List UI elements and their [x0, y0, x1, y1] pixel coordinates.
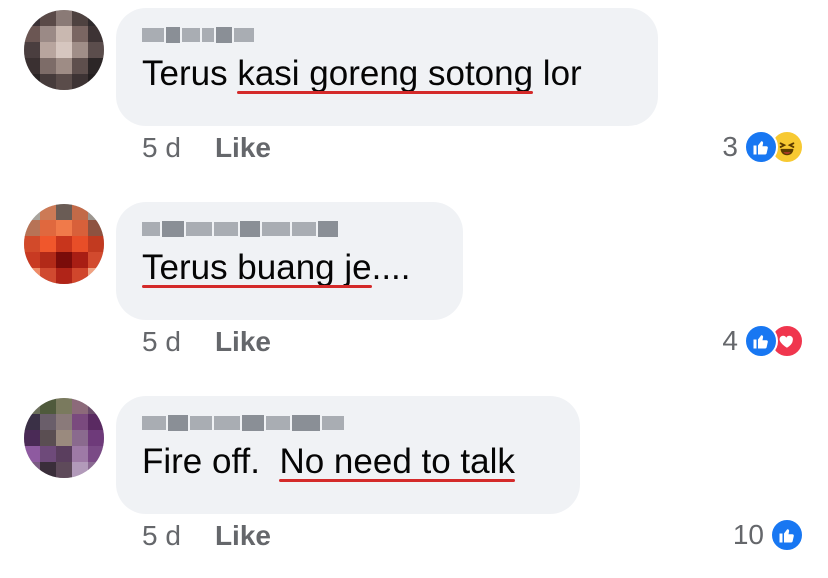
comment-text: Fire off. No need to talk: [142, 440, 554, 484]
like-icon: [770, 518, 804, 552]
commenter-name-blurred[interactable]: [142, 24, 632, 46]
underline-annotation: Terus buang je: [142, 246, 372, 290]
reaction-summary[interactable]: 3: [722, 130, 804, 164]
timestamp[interactable]: 5 d: [142, 132, 181, 164]
like-icon: [744, 324, 778, 358]
comment-text: Terus buang je....: [142, 246, 437, 290]
reaction-count: 3: [722, 131, 738, 162]
comment-meta: 5 d Like: [142, 132, 271, 164]
comment-bubble: Terus kasi goreng sotong lor: [116, 8, 658, 126]
timestamp[interactable]: 5 d: [142, 520, 181, 552]
reaction-summary[interactable]: 10: [733, 518, 804, 552]
like-button[interactable]: Like: [215, 132, 271, 164]
like-button[interactable]: Like: [215, 326, 271, 358]
underline-annotation: No need to talk: [279, 440, 516, 484]
timestamp[interactable]: 5 d: [142, 326, 181, 358]
commenter-name-blurred[interactable]: [142, 412, 554, 434]
commenter-name-blurred[interactable]: [142, 218, 437, 240]
like-icon: [744, 130, 778, 164]
reaction-count: 10: [732, 519, 764, 550]
avatar[interactable]: [24, 398, 104, 478]
comment-item: Terus buang je.... 5 d Like 4: [0, 194, 828, 384]
comment-item: Fire off. No need to talk 5 d Like 10: [0, 388, 828, 578]
comment-bubble: Fire off. No need to talk: [116, 396, 580, 514]
underline-annotation: kasi goreng sotong: [237, 52, 533, 96]
avatar[interactable]: [24, 204, 104, 284]
comment-item: Terus kasi goreng sotong lor 5 d Like 3: [0, 0, 828, 190]
reaction-summary[interactable]: 4: [722, 324, 804, 358]
reaction-count: 4: [722, 325, 738, 356]
comment-text: Terus kasi goreng sotong lor: [142, 52, 632, 96]
avatar[interactable]: [24, 10, 104, 90]
comment-bubble: Terus buang je....: [116, 202, 463, 320]
comment-meta: 5 d Like: [142, 520, 271, 552]
comment-meta: 5 d Like: [142, 326, 271, 358]
like-button[interactable]: Like: [215, 520, 271, 552]
